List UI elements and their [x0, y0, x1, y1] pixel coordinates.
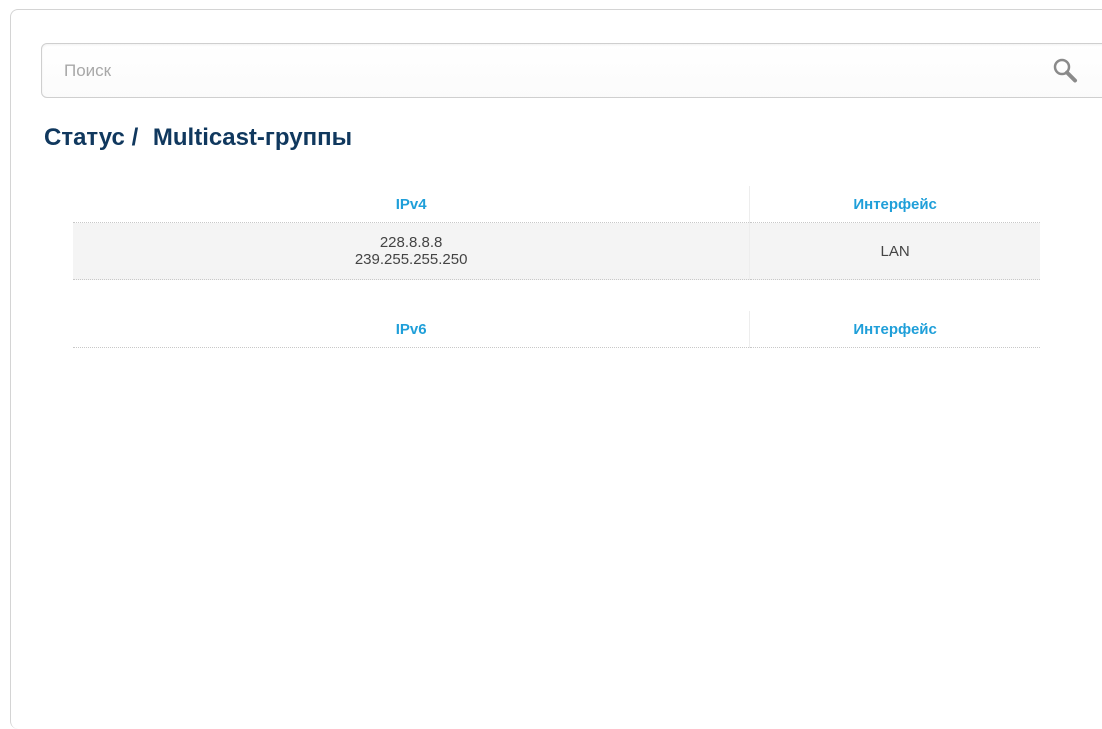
column-header-interface: Интерфейс [749, 186, 1040, 223]
ipv4-address: 228.8.8.8 [379, 234, 443, 251]
search-box[interactable] [41, 43, 1102, 98]
ipv4-groups-table: IPv4 Интерфейс 228.8.8.8 239.255.255.250… [73, 186, 1040, 280]
breadcrumb-current: Multicast-группы [152, 124, 353, 151]
breadcrumb-separator: / [131, 124, 139, 151]
search-icon[interactable] [1051, 57, 1079, 85]
table-row: 228.8.8.8 239.255.255.250 LAN [73, 222, 1040, 280]
ipv4-address-cell: 228.8.8.8 239.255.255.250 [73, 222, 751, 280]
ipv6-groups-table: IPv6 Интерфейс [73, 311, 1040, 348]
table-header-row: IPv6 Интерфейс [73, 311, 1040, 348]
page-title: Статус / Multicast-группы [44, 124, 352, 152]
column-header-ipv6: IPv6 [73, 311, 751, 348]
column-header-ipv4: IPv4 [73, 186, 751, 223]
interface-cell: LAN [749, 222, 1040, 280]
table-header-row: IPv4 Интерфейс [73, 186, 1040, 223]
ipv4-address: 239.255.255.250 [354, 251, 468, 268]
breadcrumb-section[interactable]: Статус [44, 124, 125, 151]
search-input[interactable] [42, 44, 1042, 97]
column-header-interface: Интерфейс [749, 311, 1040, 348]
page-frame [10, 9, 1102, 729]
